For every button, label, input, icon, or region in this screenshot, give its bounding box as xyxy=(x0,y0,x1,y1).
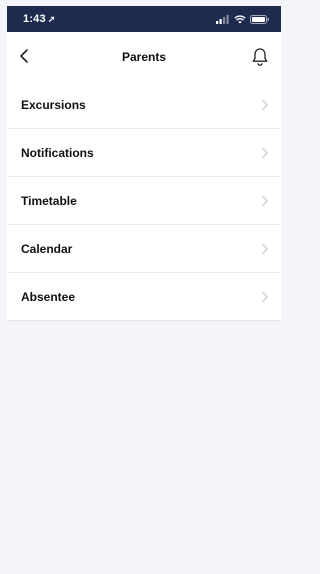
status-time: 1:43 ➚ xyxy=(23,13,56,25)
back-button[interactable] xyxy=(15,46,35,66)
battery-icon xyxy=(250,14,269,24)
status-icons xyxy=(216,14,270,24)
clock-time: 1:43 xyxy=(23,13,46,25)
menu-item-label: Notifications xyxy=(21,145,94,160)
chevron-right-icon xyxy=(262,195,268,206)
page-title: Parents xyxy=(121,49,167,64)
menu-item-label: Timetable xyxy=(21,193,77,208)
location-arrow-icon: ➚ xyxy=(47,14,56,24)
menu-item-excursions[interactable]: Excursions xyxy=(7,81,281,129)
menu-item-timetable[interactable]: Timetable xyxy=(7,177,281,225)
menu-list: Excursions Notifications Timetable Calen… xyxy=(7,81,281,321)
chevron-right-icon xyxy=(262,291,268,302)
chevron-right-icon xyxy=(262,243,268,254)
chevron-left-icon xyxy=(20,49,28,63)
menu-item-label: Calendar xyxy=(21,241,73,256)
menu-item-calendar[interactable]: Calendar xyxy=(7,225,281,273)
menu-item-label: Absentee xyxy=(21,289,76,304)
menu-item-label: Excursions xyxy=(21,97,86,112)
status-bar: 1:43 ➚ xyxy=(7,6,281,32)
bell-icon xyxy=(252,48,268,66)
notifications-button[interactable] xyxy=(249,46,271,68)
chevron-right-icon xyxy=(262,99,268,110)
menu-item-absentee[interactable]: Absentee xyxy=(7,273,281,321)
signal-icon xyxy=(216,14,229,24)
wifi-icon xyxy=(234,14,246,24)
app-header: Parents xyxy=(7,32,281,82)
menu-item-notifications[interactable]: Notifications xyxy=(7,129,281,177)
chevron-right-icon xyxy=(262,147,268,158)
